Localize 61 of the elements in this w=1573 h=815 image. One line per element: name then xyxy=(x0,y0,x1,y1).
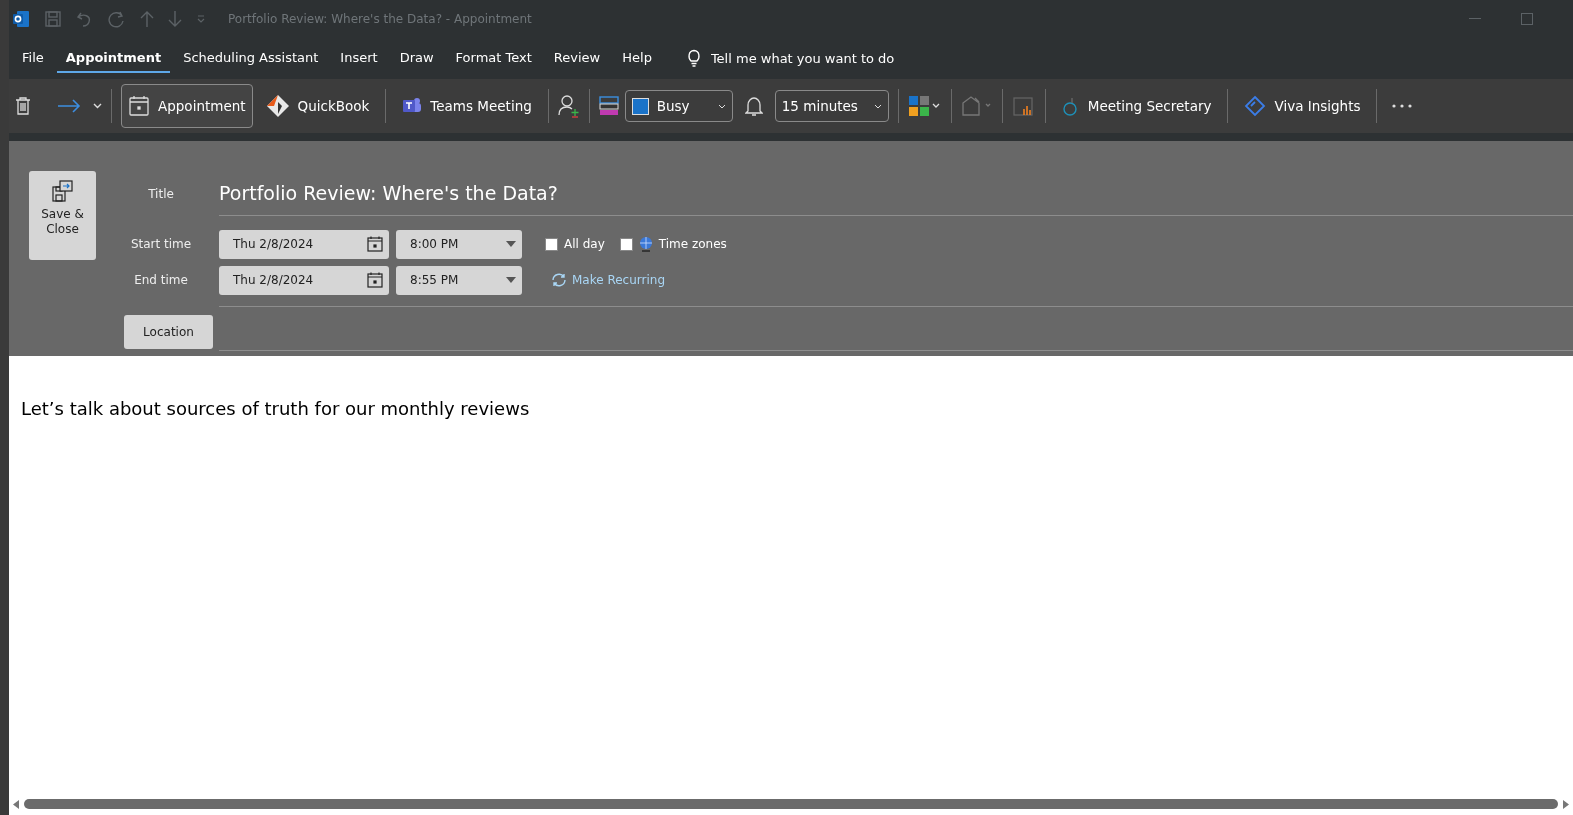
delete-icon[interactable] xyxy=(15,96,31,116)
make-recurring-link[interactable]: Make Recurring xyxy=(551,273,666,287)
ribbon-tab[interactable]: Appointment xyxy=(56,43,171,73)
ribbon-tab[interactable]: Insert xyxy=(331,43,387,73)
calendar-icon xyxy=(128,95,150,117)
tag-icon xyxy=(960,95,993,117)
ribbon-tab[interactable]: Format Text xyxy=(446,43,541,73)
lightbulb-icon xyxy=(686,49,701,67)
forward-arrow-icon[interactable] xyxy=(57,99,81,113)
reminder-dropdown[interactable]: 15 minutes xyxy=(774,90,889,122)
calendar-chart-icon xyxy=(1011,95,1036,117)
checkbox-label: Time zones xyxy=(658,237,727,251)
bell-icon[interactable] xyxy=(744,96,763,116)
add-person-icon[interactable] xyxy=(557,94,580,118)
color-category-icon[interactable] xyxy=(598,96,619,116)
ribbon-tab[interactable]: Help xyxy=(613,43,661,73)
appointment-button[interactable]: Appointment xyxy=(121,84,253,128)
calendar-icon[interactable] xyxy=(367,236,383,252)
caret-icon xyxy=(717,103,726,109)
caret-icon[interactable] xyxy=(506,277,516,283)
viva-insights-button[interactable]: Viva Insights xyxy=(1237,84,1368,128)
field-label: Start time xyxy=(129,237,193,251)
checkbox[interactable] xyxy=(545,237,558,251)
time-dropdown[interactable]: 8:55 PM xyxy=(396,265,522,295)
message-body-text: Let’s talk about sources of truth for our monthly reviews xyxy=(21,398,531,419)
caret-icon[interactable] xyxy=(93,103,102,109)
more-options-icon[interactable] xyxy=(1392,104,1413,108)
search-field[interactable]: Tell me what you want to do xyxy=(710,50,961,66)
quickbook-button[interactable]: QuickBook xyxy=(258,84,377,128)
date-field[interactable]: Thu 2/8/2024 xyxy=(219,265,389,295)
ribbon-tab[interactable]: Draw xyxy=(390,43,443,73)
field-label: End time xyxy=(133,273,189,287)
diamond-icon xyxy=(1244,95,1267,117)
scroll-left-icon[interactable] xyxy=(13,799,20,809)
circle-icon xyxy=(1061,96,1080,116)
checkbox-label: All day xyxy=(564,237,605,251)
location-button[interactable]: Location xyxy=(124,315,213,349)
date-field[interactable]: Thu 2/8/2024 xyxy=(219,229,389,259)
refresh-icon xyxy=(551,273,567,287)
field-label: Title xyxy=(147,186,175,201)
caret-icon[interactable] xyxy=(506,241,516,247)
meeting-secretary-button[interactable]: Meeting Secretary xyxy=(1054,84,1219,128)
window-title: Portfolio Review: Where's the Data? - Appointment xyxy=(228,11,532,26)
diamond-logo-icon xyxy=(265,94,290,118)
globe-icon xyxy=(638,236,653,252)
teams-meeting-button[interactable]: Teams Meeting xyxy=(395,84,539,128)
app-icon xyxy=(12,9,30,28)
ribbon-tab[interactable]: Scheduling Assistant xyxy=(174,43,328,73)
show-as-dropdown[interactable]: Busy xyxy=(624,90,733,122)
save-close-button[interactable]: Save & Close xyxy=(29,171,96,260)
scroll-right-icon[interactable] xyxy=(1562,799,1569,809)
horizontal-scrollbar[interactable] xyxy=(9,793,1573,815)
calendar-icon[interactable] xyxy=(367,272,383,288)
title-field[interactable]: Portfolio Review: Where's the Data? xyxy=(219,171,1573,216)
caret-icon xyxy=(873,103,882,109)
ribbon-tab[interactable]: Review xyxy=(544,43,610,73)
ribbon-tab[interactable]: File xyxy=(13,43,53,73)
categorize-icon[interactable] xyxy=(907,95,942,117)
time-dropdown[interactable]: 8:00 PM xyxy=(396,229,522,259)
checkbox[interactable] xyxy=(619,237,633,251)
save-icon xyxy=(51,179,74,203)
